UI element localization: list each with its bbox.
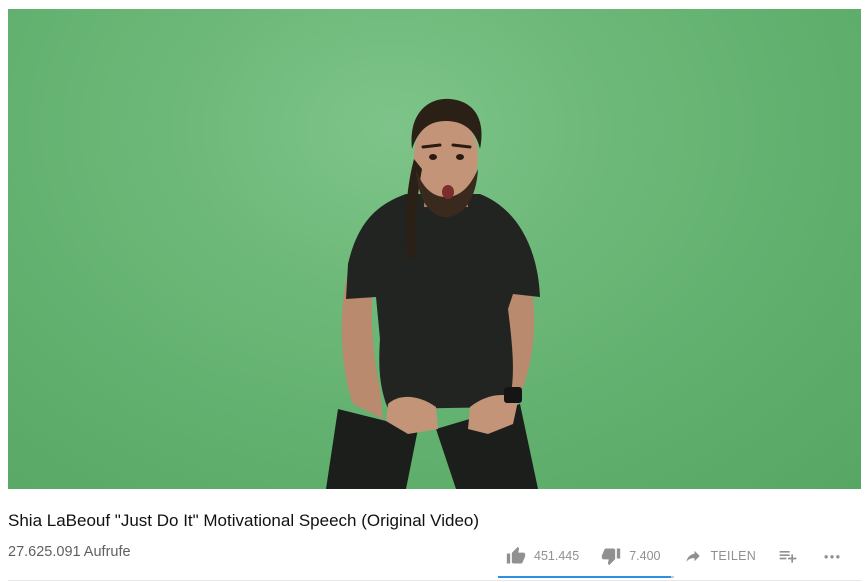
like-button[interactable]: 451.445	[506, 546, 579, 566]
playlist-add-icon	[779, 551, 797, 563]
like-count: 451.445	[534, 549, 580, 563]
video-player[interactable]	[8, 9, 861, 489]
share-label: TEILEN	[710, 549, 757, 563]
thumb-down-icon	[602, 548, 621, 566]
view-count: 27.625.091 Aufrufe	[8, 544, 131, 560]
share-button[interactable]: TEILEN	[684, 547, 756, 565]
dislike-count: 7.400	[629, 549, 661, 563]
more-actions-button[interactable]	[822, 546, 842, 566]
video-actions: 451.445 7.400 TEILEN	[500, 543, 842, 569]
video-frame-illustration	[326, 98, 540, 489]
thumb-up-icon	[506, 546, 526, 564]
video-title: Shia LaBeouf "Just Do It" Motivational S…	[8, 511, 480, 530]
sentiment-bar-like-fill	[498, 576, 672, 578]
add-to-playlist-button[interactable]	[778, 546, 798, 566]
dislike-button[interactable]: 7.400	[601, 546, 660, 566]
more-horizontal-icon	[824, 555, 840, 559]
divider	[8, 580, 861, 581]
sentiment-bar	[498, 576, 674, 578]
share-arrow-icon	[686, 550, 701, 562]
